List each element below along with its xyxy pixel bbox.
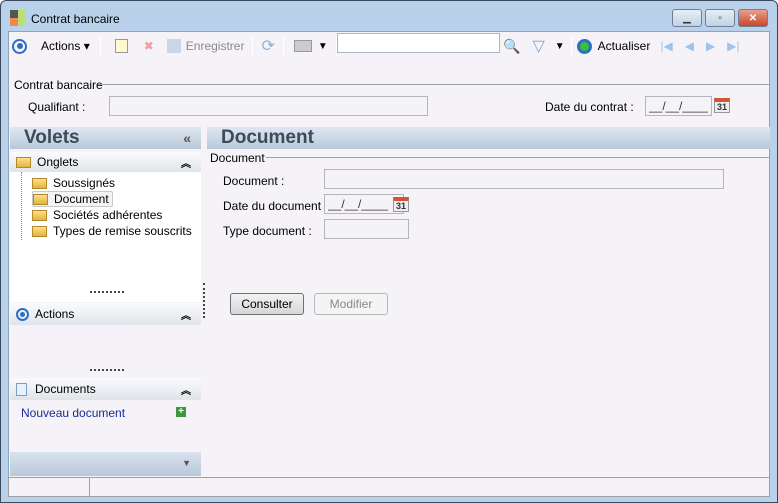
actions-section-header[interactable]: Actions ︽: [10, 303, 201, 325]
group-divider: [266, 157, 770, 158]
toolbar-right: 🔍 ▽ ▼ Actualiser |◀ ◀ ▶ ▶|: [503, 34, 740, 58]
toolbar: Actions ▾ ✖ Enregistrer ⟳ ▼: [12, 34, 341, 58]
consult-button[interactable]: Consulter: [230, 293, 304, 315]
tree-item-label: Document: [54, 192, 109, 206]
open-folder-icon: [33, 193, 48, 205]
client-area: Actions ▾ ✖ Enregistrer ⟳ ▼ 🔍 ▽ ▼ Actual…: [8, 31, 770, 497]
documents-label: Documents: [35, 382, 96, 396]
actions-menu[interactable]: Actions ▾: [41, 39, 90, 53]
calendar-icon[interactable]: 31: [393, 197, 409, 212]
tree-item-types-remise[interactable]: Types de remise souscrits: [32, 223, 192, 239]
app-window: Contrat bancaire ▁ ▫ ✕ Actions ▾ ✖ Enreg…: [0, 0, 778, 503]
contract-date-label: Date du contrat :: [545, 100, 634, 114]
sidebar-header: Volets «: [10, 127, 201, 149]
filter-dropdown-icon[interactable]: ▼: [555, 41, 565, 52]
first-record-icon[interactable]: |◀: [660, 39, 672, 53]
overflow-dropdown-icon[interactable]: ▼: [182, 458, 191, 468]
actions-radio-icon: [12, 38, 27, 54]
refresh-button[interactable]: Actualiser: [598, 39, 651, 53]
sidebar-title: Volets: [24, 127, 80, 148]
document-type-input[interactable]: [324, 219, 409, 239]
tree-item-label: Types de remise souscrits: [53, 224, 192, 238]
collapse-chevron-icon[interactable]: ︽: [181, 155, 191, 170]
document-group-label: Document: [210, 151, 265, 165]
folder-icon: [32, 177, 47, 189]
collapse-chevron-icon[interactable]: ︽: [181, 307, 191, 322]
last-record-icon[interactable]: ▶|: [727, 39, 739, 53]
document-label: Document :: [223, 174, 285, 188]
documents-section-header[interactable]: Documents ︽: [10, 378, 201, 400]
document-type-label: Type document :: [223, 224, 312, 238]
folder-icon: [32, 209, 47, 221]
folder-icon: [16, 156, 31, 168]
collapse-sidebar-icon[interactable]: «: [183, 127, 191, 149]
document-input[interactable]: [324, 169, 724, 189]
onglets-label: Onglets: [37, 155, 79, 169]
qualifiant-input[interactable]: [109, 96, 428, 116]
collapse-chevron-icon[interactable]: ︽: [181, 382, 191, 397]
actions-panel: [10, 325, 201, 378]
documents-panel: Nouveau document +: [10, 400, 201, 452]
window-title: Contrat bancaire: [31, 12, 120, 26]
next-record-icon[interactable]: ▶: [706, 39, 715, 53]
document-date-input[interactable]: [324, 194, 404, 214]
filter-icon[interactable]: ▽: [532, 36, 544, 56]
new-document-link[interactable]: Nouveau document: [21, 406, 125, 420]
delete-icon[interactable]: ✖: [144, 39, 154, 53]
maximize-button[interactable]: ▫: [705, 9, 735, 27]
main-title: Document: [207, 127, 770, 149]
minimize-button[interactable]: ▁: [672, 9, 702, 27]
tree-item-label: Sociétés adhérentes: [53, 208, 163, 222]
sidebar: Volets « Onglets ︽ Soussignés Document Soc…: [10, 127, 201, 476]
save-button[interactable]: Enregistrer: [186, 39, 245, 53]
folder-icon: [32, 225, 47, 237]
document-icon: [16, 382, 27, 396]
splitter-handle[interactable]: [90, 369, 124, 371]
previous-record-icon[interactable]: ◀: [685, 39, 694, 53]
refresh-icon[interactable]: [576, 38, 592, 54]
search-icon[interactable]: 🔍: [503, 38, 520, 55]
sidebar-footer: ▼: [10, 452, 201, 476]
tree-item-societes[interactable]: Sociétés adhérentes: [32, 207, 162, 223]
save-icon[interactable]: [166, 39, 181, 53]
actions-label: Actions: [35, 307, 75, 321]
qualifiant-label: Qualifiant :: [28, 100, 86, 114]
add-icon[interactable]: +: [176, 407, 186, 417]
new-icon[interactable]: [114, 39, 128, 53]
status-bar: [8, 477, 770, 497]
calendar-icon[interactable]: 31: [714, 98, 730, 113]
modify-button[interactable]: Modifier: [314, 293, 388, 315]
contract-group-label: Contrat bancaire: [14, 78, 103, 92]
tabs-tree: Soussignés Document Sociétés adhérentes …: [10, 172, 201, 302]
actions-radio-icon: [16, 307, 29, 321]
tree-item-label: Soussignés: [53, 176, 116, 190]
print-dropdown-icon[interactable]: ▼: [318, 41, 328, 52]
sync-icon[interactable]: ⟳: [261, 36, 274, 56]
print-icon[interactable]: [293, 40, 312, 52]
tree-item-soussignes[interactable]: Soussignés: [32, 175, 115, 191]
vertical-splitter[interactable]: [203, 283, 205, 318]
app-icon: [10, 10, 26, 26]
close-button[interactable]: ✕: [738, 9, 768, 27]
document-date-label: Date du document :: [223, 199, 328, 213]
splitter-handle[interactable]: [90, 291, 124, 293]
onglets-section-header[interactable]: Onglets ︽: [10, 152, 201, 172]
tree-item-document[interactable]: Document: [32, 191, 113, 207]
contract-date-input[interactable]: [645, 96, 712, 116]
group-divider: [98, 84, 770, 85]
search-input[interactable]: [337, 33, 500, 53]
